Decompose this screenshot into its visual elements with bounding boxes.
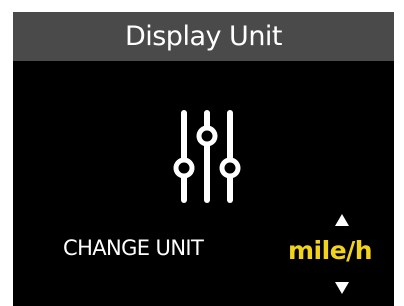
device-screen: Display Unit CHANGE UNIT mile/h xyxy=(13,12,394,306)
unit-value[interactable]: mile/h xyxy=(288,236,373,265)
arrow-down-icon[interactable] xyxy=(335,282,349,294)
arrow-up-icon[interactable] xyxy=(335,214,349,226)
change-unit-label: CHANGE UNIT xyxy=(63,236,204,260)
screen-title: Display Unit xyxy=(124,21,283,52)
sliders-icon xyxy=(173,110,241,203)
title-bar: Display Unit xyxy=(13,12,394,61)
unit-selector[interactable]: mile/h xyxy=(283,212,393,302)
